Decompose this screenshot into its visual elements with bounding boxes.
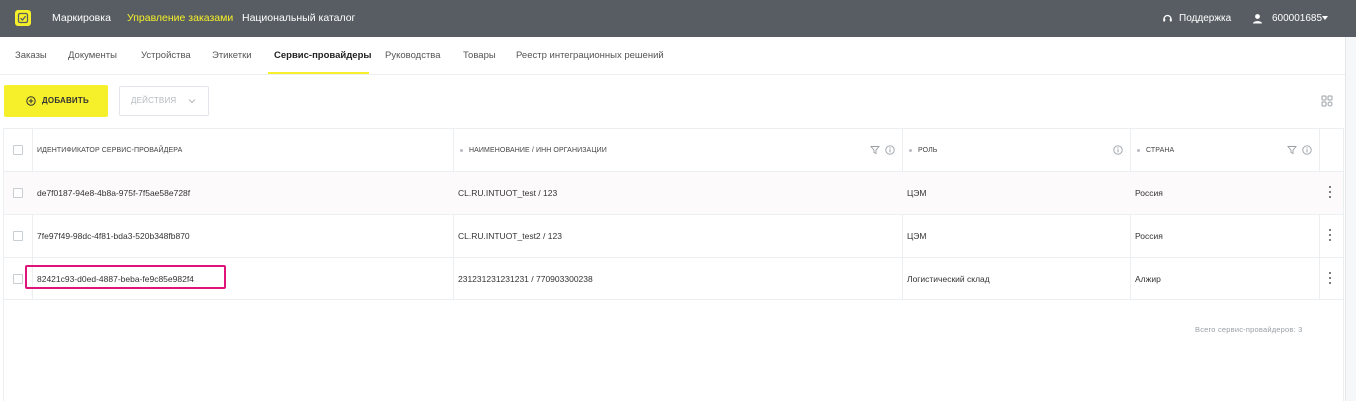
- column-header-id[interactable]: ИДЕНТИФИКАТОР СЕРВИС-ПРОВАЙДЕРА: [37, 129, 182, 171]
- table-row[interactable]: de7f0187-94e8-4b8a-975f-7f5ae58e728f CL.…: [4, 172, 1343, 215]
- row-more-icon[interactable]: [1328, 229, 1332, 243]
- user-icon: [1253, 14, 1262, 24]
- sort-indicator-icon: [460, 148, 463, 152]
- row-checkbox[interactable]: [13, 188, 23, 198]
- provider-role-cell: ЦЭМ: [907, 188, 927, 198]
- table-row[interactable]: 82421c93-d0ed-4887-beba-fe9c85e982f4 231…: [4, 258, 1343, 300]
- active-tab-indicator: [268, 72, 369, 74]
- provider-country-cell: Алжир: [1135, 273, 1161, 284]
- column-header-name[interactable]: НАИМЕНОВАНИЕ / ИНН ОРГАНИЗАЦИИ: [460, 129, 607, 171]
- tab-devices[interactable]: Устройства: [141, 37, 191, 75]
- provider-country-cell: Россия: [1135, 188, 1163, 198]
- tab-guides[interactable]: Руководства: [385, 37, 441, 75]
- info-icon[interactable]: [1113, 145, 1123, 155]
- column-header-name-label: НАИМЕНОВАНИЕ / ИНН ОРГАНИЗАЦИИ: [469, 146, 607, 154]
- table-row[interactable]: 7fe97f49-98dc-4f81-bda3-520b348fb870 CL.…: [4, 215, 1343, 258]
- add-button[interactable]: ДОБАВИТЬ: [4, 85, 108, 117]
- table-header-row: ИДЕНТИФИКАТОР СЕРВИС-ПРОВАЙДЕРА НАИМЕНОВ…: [4, 129, 1343, 172]
- service-providers-table: ИДЕНТИФИКАТОР СЕРВИС-ПРОВАЙДЕРА НАИМЕНОВ…: [3, 128, 1344, 401]
- column-header-country[interactable]: СТРАНА: [1137, 129, 1174, 171]
- actions-dropdown-label: ДЕЙСТВИЯ: [131, 96, 177, 105]
- info-icon[interactable]: [885, 145, 895, 155]
- info-icon[interactable]: [1302, 145, 1312, 155]
- top-navigation-bar: Маркировка Управление заказами Националь…: [0, 0, 1356, 37]
- add-button-label: ДОБАВИТЬ: [42, 96, 89, 105]
- tab-orders[interactable]: Заказы: [15, 37, 47, 75]
- provider-role-cell: ЦЭМ: [907, 231, 927, 241]
- select-all-checkbox[interactable]: [13, 145, 23, 155]
- provider-id-cell: 82421c93-d0ed-4887-beba-fe9c85e982f4: [37, 273, 194, 284]
- total-count: Всего сервис-провайдеров: 3: [1195, 325, 1303, 334]
- column-header-role-label: РОЛЬ: [918, 146, 938, 154]
- filter-icon[interactable]: [870, 145, 880, 155]
- actions-dropdown[interactable]: ДЕЙСТВИЯ: [119, 86, 209, 116]
- sort-indicator-icon: [1137, 148, 1140, 152]
- provider-country-cell: Россия: [1135, 231, 1163, 241]
- tab-service-providers[interactable]: Сервис-провайдеры: [274, 37, 372, 75]
- provider-id-cell: 7fe97f49-98dc-4f81-bda3-520b348fb870: [37, 231, 190, 241]
- row-more-icon[interactable]: [1328, 272, 1332, 286]
- tab-labels[interactable]: Этикетки: [212, 37, 252, 75]
- section-tabs: Заказы Документы Устройства Этикетки Сер…: [0, 37, 1356, 75]
- provider-name-cell: CL.RU.INTUOT_test2 / 123: [458, 231, 562, 241]
- support-link[interactable]: Поддержка: [1162, 0, 1231, 37]
- row-checkbox[interactable]: [13, 274, 23, 284]
- provider-role-cell: Логистический склад: [907, 273, 990, 284]
- topnav-national-catalog[interactable]: Национальный каталог: [242, 0, 355, 37]
- sort-indicator-icon: [909, 148, 912, 152]
- column-header-country-label: СТРАНА: [1146, 146, 1175, 154]
- filter-icon[interactable]: [1287, 145, 1297, 155]
- topnav-marking[interactable]: Маркировка: [52, 0, 111, 37]
- row-more-icon[interactable]: [1328, 186, 1332, 200]
- chevron-down-icon: [1322, 16, 1328, 20]
- provider-id-cell: de7f0187-94e8-4b8a-975f-7f5ae58e728f: [37, 188, 191, 198]
- provider-name-cell: CL.RU.INTUOT_test / 123: [458, 188, 558, 198]
- row-checkbox[interactable]: [13, 231, 23, 241]
- column-settings-icon[interactable]: [1321, 95, 1333, 107]
- plus-circle-icon: [26, 96, 36, 106]
- tab-integration-registry[interactable]: Реестр интеграционных решений: [516, 37, 664, 75]
- headset-icon: [1163, 14, 1172, 22]
- tab-products[interactable]: Товары: [463, 37, 496, 75]
- account-id: 600001685: [1272, 13, 1323, 24]
- column-header-role[interactable]: РОЛЬ: [909, 129, 937, 171]
- topnav-order-management[interactable]: Управление заказами: [127, 0, 233, 37]
- tab-documents[interactable]: Документы: [68, 37, 117, 75]
- app-logo-icon[interactable]: [15, 10, 31, 26]
- support-label: Поддержка: [1179, 13, 1232, 24]
- provider-name-cell: 231231231231231 / 770903300238: [458, 273, 593, 284]
- page-scrollbar[interactable]: [1345, 37, 1356, 401]
- chevron-down-icon: [188, 99, 196, 104]
